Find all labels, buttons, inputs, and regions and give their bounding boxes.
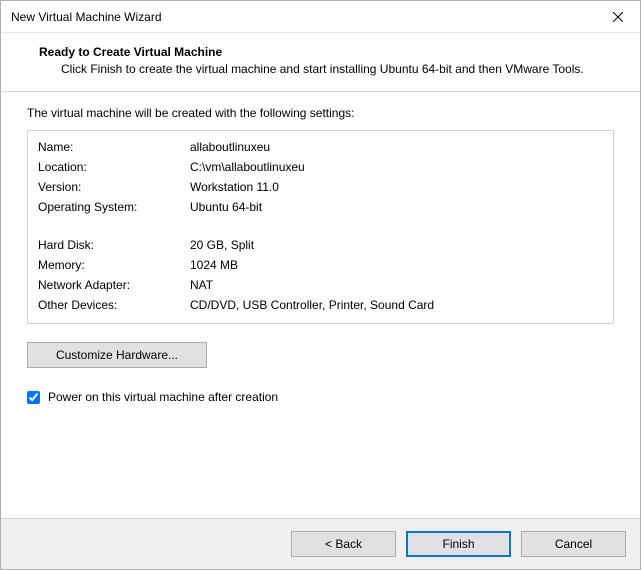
back-button[interactable]: < Back xyxy=(291,531,396,557)
setting-value: Workstation 11.0 xyxy=(190,177,603,197)
settings-row: Network Adapter: NAT xyxy=(38,275,603,295)
setting-value: CD/DVD, USB Controller, Printer, Sound C… xyxy=(190,295,603,315)
poweron-label: Power on this virtual machine after crea… xyxy=(48,390,278,404)
settings-intro: The virtual machine will be created with… xyxy=(27,106,614,120)
setting-label: Operating System: xyxy=(38,197,190,217)
setting-value: Ubuntu 64-bit xyxy=(190,197,603,217)
setting-value: 20 GB, Split xyxy=(190,235,603,255)
cancel-button[interactable]: Cancel xyxy=(521,531,626,557)
wizard-footer: < Back Finish Cancel xyxy=(1,518,640,569)
page-heading: Ready to Create Virtual Machine xyxy=(39,45,620,59)
close-icon xyxy=(613,12,623,22)
close-button[interactable] xyxy=(595,2,640,32)
window-title: New Virtual Machine Wizard xyxy=(11,10,162,24)
setting-label: Memory: xyxy=(38,255,190,275)
settings-row: Name: allaboutlinuxeu xyxy=(38,137,603,157)
poweron-checkbox[interactable] xyxy=(27,391,40,404)
setting-label: Location: xyxy=(38,157,190,177)
customize-hardware-button[interactable]: Customize Hardware... xyxy=(27,342,207,368)
settings-row: Other Devices: CD/DVD, USB Controller, P… xyxy=(38,295,603,315)
setting-value: allaboutlinuxeu xyxy=(190,137,603,157)
setting-value: NAT xyxy=(190,275,603,295)
settings-row: Memory: 1024 MB xyxy=(38,255,603,275)
setting-value: 1024 MB xyxy=(190,255,603,275)
setting-label: Other Devices: xyxy=(38,295,190,315)
settings-row: Operating System: Ubuntu 64-bit xyxy=(38,197,603,217)
titlebar: New Virtual Machine Wizard xyxy=(1,1,640,33)
settings-row: Location: C:\vm\allaboutlinuxeu xyxy=(38,157,603,177)
wizard-content: The virtual machine will be created with… xyxy=(1,92,640,518)
poweron-checkbox-row[interactable]: Power on this virtual machine after crea… xyxy=(27,390,614,404)
finish-button[interactable]: Finish xyxy=(406,531,511,557)
setting-label: Version: xyxy=(38,177,190,197)
customize-hardware-wrap: Customize Hardware... xyxy=(27,342,614,368)
setting-label: Name: xyxy=(38,137,190,157)
settings-row: Version: Workstation 11.0 xyxy=(38,177,603,197)
setting-label: Network Adapter: xyxy=(38,275,190,295)
page-subtext: Click Finish to create the virtual machi… xyxy=(41,61,620,77)
wizard-header: Ready to Create Virtual Machine Click Fi… xyxy=(1,33,640,92)
setting-value: C:\vm\allaboutlinuxeu xyxy=(190,157,603,177)
settings-summary-box: Name: allaboutlinuxeu Location: C:\vm\al… xyxy=(27,130,614,324)
settings-row: Hard Disk: 20 GB, Split xyxy=(38,235,603,255)
setting-label: Hard Disk: xyxy=(38,235,190,255)
